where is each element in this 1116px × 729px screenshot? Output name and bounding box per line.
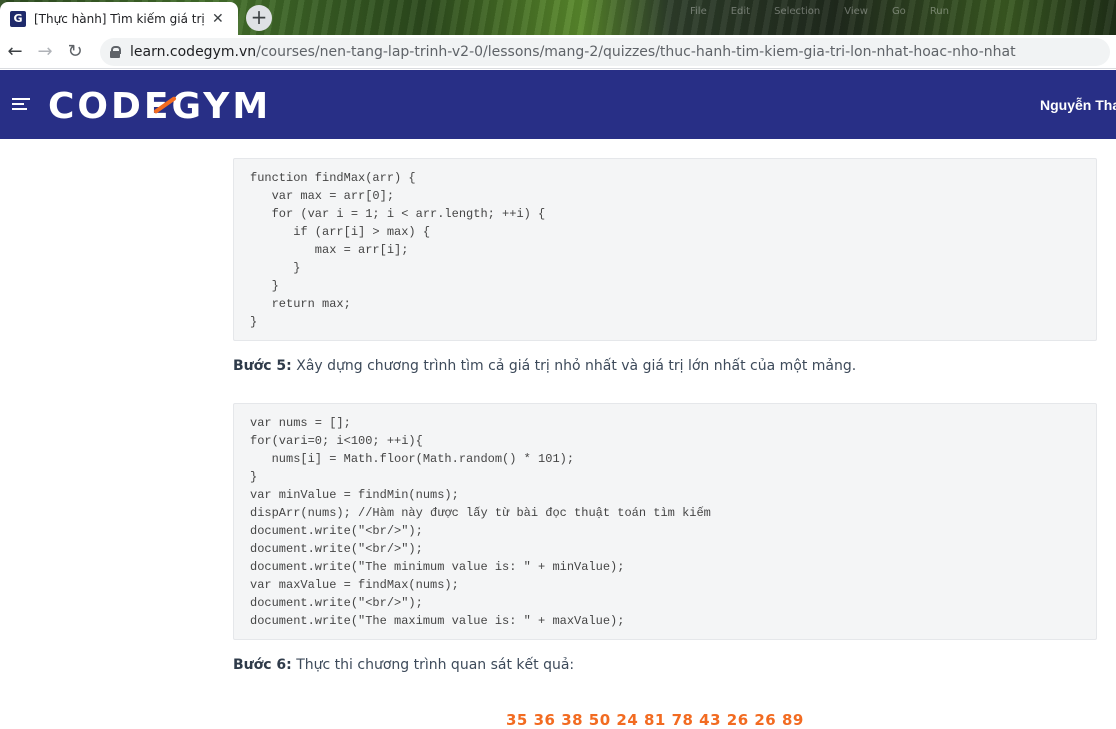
bg-menu-selection: Selection <box>774 6 821 17</box>
code-line: function findMax(arr) { <box>250 171 416 185</box>
bg-menu-view: View <box>844 6 868 17</box>
code-line: for (var i = 1; i < arr.length; ++i) { <box>250 207 546 221</box>
reload-icon[interactable]: ↻ <box>60 41 90 62</box>
code-line: } <box>250 279 279 293</box>
bg-menu-run: Run <box>929 6 949 17</box>
step-5-text: Xây dựng chương trình tìm cả giá trị nhỏ… <box>291 358 857 374</box>
url-text[interactable]: learn.codegym.vn/courses/nen-tang-lap-tr… <box>130 44 1016 60</box>
step-6-text: Thực thi chương trình quan sát kết quả: <box>291 657 575 673</box>
code-line: var maxValue = findMax(nums); <box>250 578 459 592</box>
code-line: dispArr(nums); //Hàm này được lấy từ bài… <box>250 506 711 520</box>
code-line: } <box>250 470 258 484</box>
code-line: nums[i] = Math.floor(Math.random() * 101… <box>250 452 575 466</box>
code-line: if (arr[i] > max) { <box>250 225 431 239</box>
back-arrow-icon[interactable]: ← <box>0 41 30 62</box>
code-line: var max = arr[0]; <box>250 189 395 203</box>
site-header: CODEGYM Nguyễn Than <box>0 70 1116 139</box>
code-line: var nums = []; <box>250 416 351 430</box>
code-line: var minValue = findMin(nums); <box>250 488 459 502</box>
code-line: for(vari=0; i<100; ++i){ <box>250 434 423 448</box>
site-favicon-icon: G <box>10 10 26 27</box>
step-6-label: Bước 6: <box>233 657 292 673</box>
forward-arrow-icon[interactable]: → <box>30 41 60 62</box>
code-line: } <box>250 315 258 329</box>
url-path: /courses/nen-tang-lap-trinh-v2-0/lessons… <box>256 43 1016 60</box>
url-host: learn.codegym.vn <box>130 43 257 60</box>
user-name[interactable]: Nguyễn Than <box>1040 97 1116 113</box>
code-line: document.write("The minimum value is: " … <box>250 560 625 574</box>
close-icon[interactable]: ✕ <box>212 11 224 27</box>
code-line: return max; <box>250 297 351 311</box>
step-5-paragraph: Bước 5: Xây dựng chương trình tìm cả giá… <box>233 358 856 374</box>
step-6-paragraph: Bước 6: Thực thi chương trình quan sát k… <box>233 657 574 673</box>
code-line: } <box>250 261 301 275</box>
tab-title: [Thực hành] Tìm kiếm giá trị lớn nhất ho… <box>34 11 206 26</box>
background-window-menu: File Edit Selection View Go Run <box>690 6 949 17</box>
code-block-main: var nums = []; for(vari=0; i<100; ++i){ n… <box>233 403 1097 640</box>
code-block-find-max: function findMax(arr) { var max = arr[0]… <box>233 158 1097 341</box>
bg-menu-edit: Edit <box>730 6 751 17</box>
browser-tab-active[interactable]: G [Thực hành] Tìm kiếm giá trị lớn nhất … <box>0 2 238 35</box>
result-output: 35 36 38 50 24 81 78 43 26 26 89 <box>506 711 804 729</box>
code-line: document.write("<br/>"); <box>250 524 423 538</box>
address-bar[interactable]: learn.codegym.vn/courses/nen-tang-lap-tr… <box>100 37 1110 66</box>
new-tab-button[interactable]: + <box>246 5 272 31</box>
bg-menu-go: Go <box>891 6 906 17</box>
code-line: document.write("<br/>"); <box>250 542 423 556</box>
bg-menu-file: File <box>690 6 707 17</box>
code-line: document.write("The maximum value is: " … <box>250 614 625 628</box>
hamburger-menu-icon[interactable] <box>12 98 30 110</box>
code-line: document.write("<br/>"); <box>250 596 423 610</box>
browser-toolbar: ← → ↻ learn.codegym.vn/courses/nen-tang-… <box>0 35 1116 69</box>
code-line: max = arr[i]; <box>250 243 409 257</box>
lock-icon[interactable] <box>110 45 121 58</box>
browser-tab-strip: File Edit Selection View Go Run G [Thực … <box>0 0 1116 35</box>
step-5-label: Bước 5: <box>233 358 292 374</box>
